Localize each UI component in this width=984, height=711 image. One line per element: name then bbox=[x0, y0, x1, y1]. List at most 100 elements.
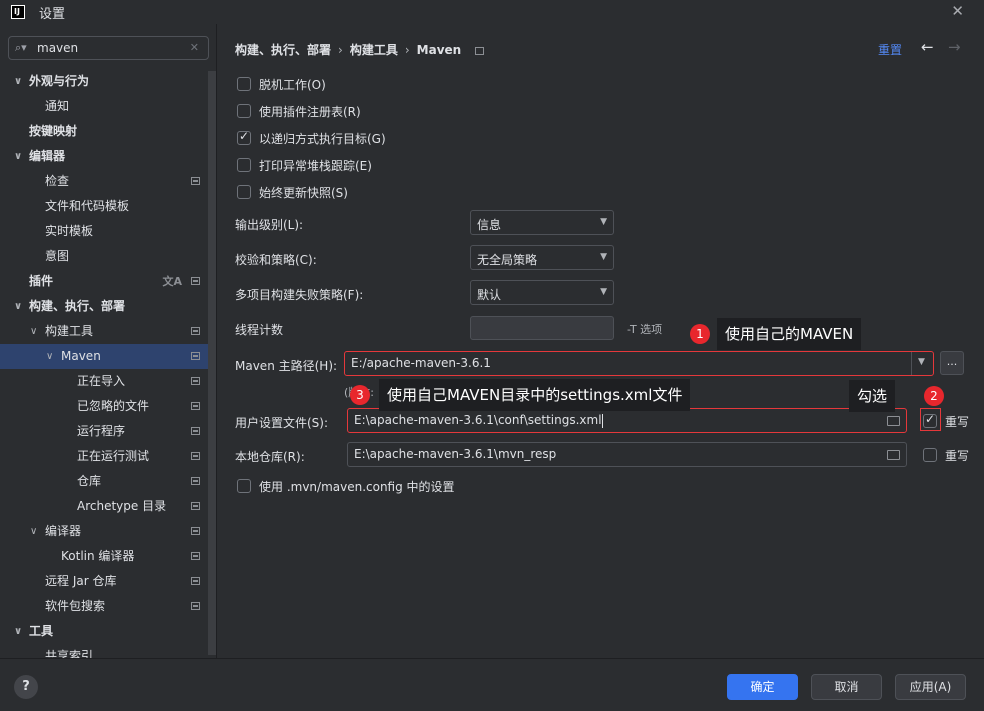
cancel-button[interactable]: 取消 bbox=[811, 674, 882, 700]
annotation-callout-1: 使用自己的MAVEN bbox=[717, 318, 862, 350]
tree-item-compiler[interactable]: ∨ 编译器 bbox=[0, 519, 208, 544]
stacktrace-checkbox[interactable] bbox=[237, 158, 251, 172]
override-repo-row[interactable]: 重写 bbox=[923, 446, 969, 464]
update-snapshots-checkbox-row[interactable]: 始终更新快照(S) bbox=[237, 183, 348, 201]
settings-main-panel: 构建、执行、部署 › 构建工具 › Maven 重置 ← → 脱机工作(O) 使用插件注… bbox=[216, 24, 984, 658]
chevron-down-icon[interactable]: ∨ bbox=[30, 319, 37, 344]
mvn-config-checkbox-row[interactable]: 使用 .mvn/maven.config 中的设置 bbox=[237, 477, 455, 495]
tree-item-ignored-files[interactable]: 已忽略的文件 bbox=[0, 394, 208, 419]
breadcrumb-maven: Maven bbox=[416, 43, 462, 57]
tree-item-tools[interactable]: ∨ 工具 bbox=[0, 619, 208, 644]
recursive-checkbox-row[interactable]: 以递归方式执行目标(G) bbox=[237, 129, 386, 147]
user-settings-input[interactable]: E:\apache-maven-3.6.1\conf\settings.xml bbox=[347, 408, 907, 433]
project-scope-icon bbox=[191, 477, 200, 485]
override-repo-checkbox[interactable] bbox=[923, 448, 937, 462]
ok-button[interactable]: 确定 bbox=[727, 674, 798, 700]
reset-link[interactable]: 重置 bbox=[878, 41, 902, 58]
breadcrumb-build-exec-deploy[interactable]: 构建、执行、部署 bbox=[235, 43, 331, 57]
window-title: 设置 bbox=[39, 6, 66, 22]
search-icon: ⌕▾ bbox=[15, 41, 27, 54]
offline-checkbox[interactable] bbox=[237, 77, 251, 91]
tree-item-archetype-catalogs[interactable]: Archetype 目录 bbox=[0, 494, 208, 519]
chevron-down-icon[interactable]: ∨ bbox=[14, 619, 22, 644]
tree-item-plugins[interactable]: 插件 文A bbox=[0, 269, 208, 294]
annotation-callout-2: 勾选 bbox=[849, 380, 896, 412]
thread-count-label: 线程计数 bbox=[235, 323, 284, 337]
project-scope-icon bbox=[191, 402, 200, 410]
forward-arrow-icon[interactable]: → bbox=[948, 38, 961, 56]
fail-policy-select[interactable]: 默认 ▼ bbox=[470, 280, 614, 305]
plugin-registry-checkbox[interactable] bbox=[237, 104, 251, 118]
dropdown-arrow-icon: ▼ bbox=[600, 287, 607, 297]
chevron-down-icon[interactable]: ∨ bbox=[14, 294, 22, 319]
settings-sidebar: ⌕▾ maven ✕ ∨ 外观与行为 通知 按键映射 ∨ 编辑器 检查 文件和代码模… bbox=[0, 24, 216, 663]
clear-search-icon[interactable]: ✕ bbox=[190, 41, 199, 54]
dialog-footer: ? 确定 取消 应用(A) bbox=[0, 658, 984, 711]
tree-item-importing[interactable]: 正在导入 bbox=[0, 369, 208, 394]
dropdown-arrow-icon: ▼ bbox=[600, 217, 607, 227]
tree-item-runner[interactable]: 运行程序 bbox=[0, 419, 208, 444]
mvn-config-checkbox[interactable] bbox=[237, 479, 251, 493]
tree-item-build-exec-deploy[interactable]: ∨ 构建、执行、部署 bbox=[0, 294, 208, 319]
thread-count-hint: -T 选项 bbox=[627, 323, 663, 336]
close-icon[interactable]: ✕ bbox=[951, 2, 964, 20]
update-snapshots-checkbox[interactable] bbox=[237, 185, 251, 199]
thread-count-input[interactable] bbox=[470, 316, 614, 340]
checksum-policy-select[interactable]: 无全局策略 ▼ bbox=[470, 245, 614, 270]
search-value: maven bbox=[37, 41, 79, 55]
tree-item-package-search[interactable]: 软件包搜索 bbox=[0, 594, 208, 619]
breadcrumb-build-tools[interactable]: 构建工具 bbox=[350, 43, 398, 57]
tree-item-inspections[interactable]: 检查 bbox=[0, 169, 208, 194]
tree-item-keymap[interactable]: 按键映射 bbox=[0, 119, 208, 144]
tree-item-maven[interactable]: ∨ Maven bbox=[0, 344, 208, 369]
annotation-callout-3: 使用自己MAVEN目录中的settings.xml文件 bbox=[379, 379, 691, 411]
tree-item-repositories[interactable]: 仓库 bbox=[0, 469, 208, 494]
project-scope-icon bbox=[191, 377, 200, 385]
tree-item-live-templates[interactable]: 实时模板 bbox=[0, 219, 208, 244]
tree-item-running-tests[interactable]: 正在运行测试 bbox=[0, 444, 208, 469]
chevron-down-icon[interactable]: ∨ bbox=[30, 519, 37, 544]
recursive-checkbox[interactable] bbox=[237, 129, 251, 145]
tree-item-build-tools[interactable]: ∨ 构建工具 bbox=[0, 319, 208, 344]
tree-item-remote-jar-repos[interactable]: 远程 Jar 仓库 bbox=[0, 569, 208, 594]
plugin-registry-checkbox-row[interactable]: 使用插件注册表(R) bbox=[237, 102, 361, 120]
browse-maven-home-button[interactable]: ... bbox=[940, 351, 964, 375]
tree-item-file-templates[interactable]: 文件和代码模板 bbox=[0, 194, 208, 219]
chevron-down-icon[interactable]: ∨ bbox=[14, 69, 22, 94]
stacktrace-checkbox-row[interactable]: 打印异常堆栈跟踪(E) bbox=[237, 156, 372, 174]
maven-home-select[interactable]: E:/apache-maven-3.6.1 ▼ bbox=[344, 351, 934, 376]
back-arrow-icon[interactable]: ← bbox=[921, 38, 934, 56]
tree-item-intentions[interactable]: 意图 bbox=[0, 244, 208, 269]
sidebar-scrollbar[interactable] bbox=[208, 71, 216, 655]
output-level-select[interactable]: 信息 ▼ bbox=[470, 210, 614, 235]
chevron-down-icon[interactable]: ∨ bbox=[46, 344, 53, 369]
local-repo-input[interactable]: E:\apache-maven-3.6.1\mvn_resp bbox=[347, 442, 907, 467]
annotation-number-2: 2 bbox=[924, 386, 944, 406]
title-bar: IJ 设置 ✕ bbox=[0, 0, 984, 24]
project-scope-icon bbox=[191, 602, 200, 610]
project-scope-icon bbox=[191, 527, 200, 535]
dropdown-arrow-icon: ▼ bbox=[918, 357, 925, 367]
intellij-logo-icon: IJ bbox=[11, 5, 25, 19]
dropdown-arrow-icon: ▼ bbox=[600, 252, 607, 262]
user-settings-label: 用户设置文件(S): bbox=[235, 416, 329, 430]
project-scope-icon bbox=[191, 452, 200, 460]
search-input[interactable]: ⌕▾ maven ✕ bbox=[8, 36, 209, 60]
project-scope-icon bbox=[191, 352, 200, 360]
dropdown-button[interactable]: ▼ bbox=[911, 352, 933, 375]
chevron-down-icon[interactable]: ∨ bbox=[14, 144, 22, 169]
output-level-label: 输出级别(L): bbox=[235, 218, 304, 232]
tree-item-kotlin-compiler[interactable]: Kotlin 编译器 bbox=[0, 544, 208, 569]
tree-item-editor[interactable]: ∨ 编辑器 bbox=[0, 144, 208, 169]
tree-item-appearance[interactable]: ∨ 外观与行为 bbox=[0, 69, 208, 94]
project-scope-icon bbox=[191, 502, 200, 510]
offline-checkbox-row[interactable]: 脱机工作(O) bbox=[237, 75, 326, 93]
project-scope-icon bbox=[191, 427, 200, 435]
help-button[interactable]: ? bbox=[14, 675, 38, 699]
folder-icon[interactable] bbox=[887, 450, 900, 460]
project-scope-icon bbox=[191, 552, 200, 560]
tree-item-notifications[interactable]: 通知 bbox=[0, 94, 208, 119]
folder-icon[interactable] bbox=[887, 416, 900, 426]
breadcrumb: 构建、执行、部署 › 构建工具 › Maven bbox=[235, 41, 485, 58]
apply-button[interactable]: 应用(A) bbox=[895, 674, 966, 700]
